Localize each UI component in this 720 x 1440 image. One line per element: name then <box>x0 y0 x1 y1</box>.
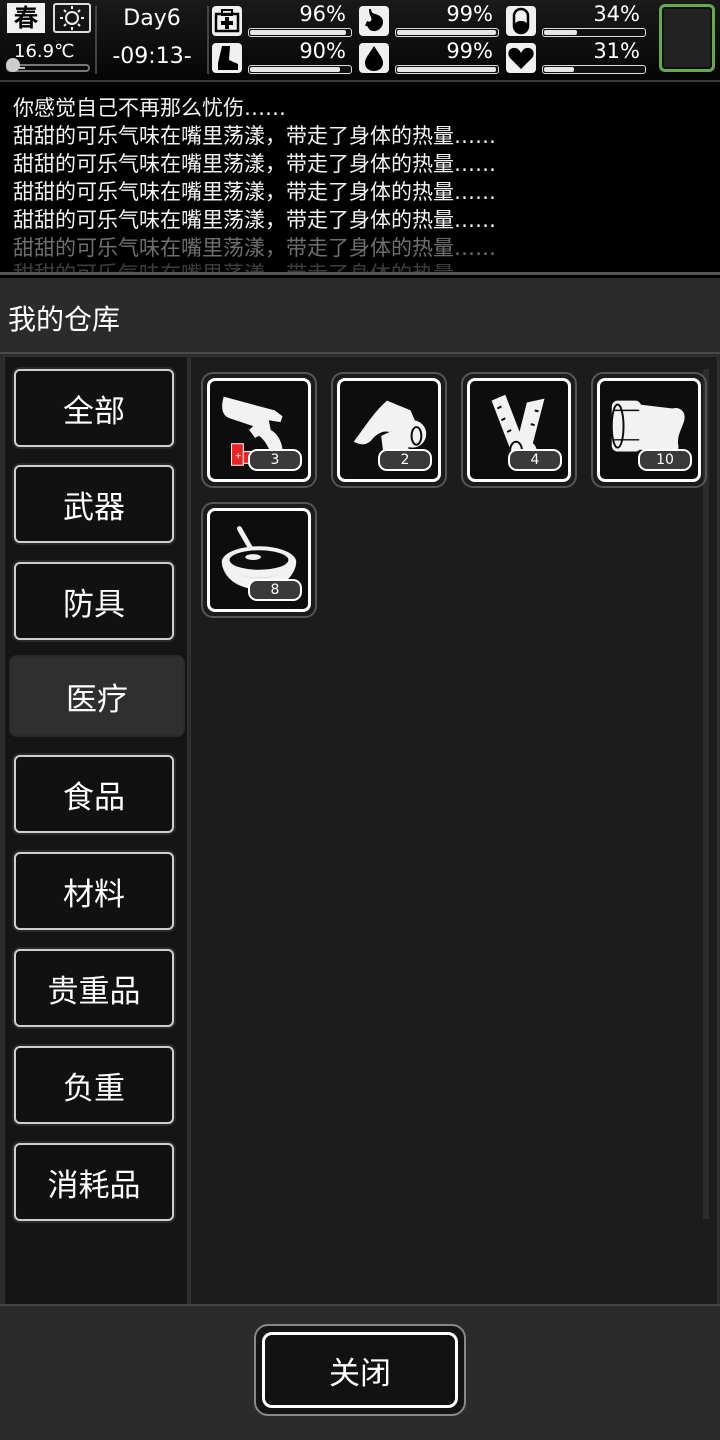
category-sidebar: 全部 武器 防具 医疗 食品 材料 贵重品 负重 消耗品 <box>4 356 188 1306</box>
item-count-badge: 2 <box>378 449 432 471</box>
message-log: 你感觉自己不再那么忧伤…… 甜甜的可乐气味在嘴里荡漾，带走了身体的热量…… 甜甜… <box>0 82 720 275</box>
item-slot[interactable]: + + + 3 <box>201 372 317 488</box>
heart-icon <box>506 43 536 73</box>
boot-icon <box>212 43 242 73</box>
scrollbar[interactable] <box>703 369 709 1219</box>
stat-stomach: 99% <box>359 2 499 38</box>
water-drop-icon <box>359 43 389 73</box>
season-badge: 春 <box>7 3 45 33</box>
divider <box>0 1304 720 1306</box>
stat-water: 99% <box>359 39 499 75</box>
log-line: 甜甜的可乐气味在嘴里荡漾，带走了身体的热量…… <box>13 208 496 232</box>
stat-bar <box>395 28 499 37</box>
stat-bar <box>395 65 499 74</box>
category-medical[interactable]: 医疗 <box>11 657 183 735</box>
temperature-readout: 16.9℃ <box>14 41 75 62</box>
category-consumables[interactable]: 消耗品 <box>14 1143 174 1221</box>
game-clock: -09:13- <box>112 44 192 69</box>
log-line: 甜甜的可乐气味在嘴里荡漾，带走了身体的热量…… <box>13 180 496 204</box>
thermometer-icon <box>6 58 20 72</box>
item-slot[interactable]: 8 <box>201 502 317 618</box>
stat-value: 99% <box>446 2 493 26</box>
stat-value: 96% <box>299 2 346 26</box>
day-counter: Day6 <box>123 6 181 31</box>
stat-bar <box>542 28 646 37</box>
item-slot[interactable]: 10 <box>591 372 707 488</box>
stat-bar <box>248 65 352 74</box>
category-weapons[interactable]: 武器 <box>14 465 174 543</box>
stat-value: 31% <box>593 39 640 63</box>
sun-icon <box>53 3 91 33</box>
storage-panel: 我的仓库 全部 武器 防具 医疗 食品 材料 贵重品 负重 消耗品 + + + … <box>0 278 720 1440</box>
divider <box>207 6 209 74</box>
stat-value: 34% <box>593 2 640 26</box>
close-button[interactable]: 关闭 <box>254 1324 466 1416</box>
item-count-badge: 8 <box>248 579 302 601</box>
log-line: 甜甜的可乐气味在嘴里荡漾，带走了身体的热量…… <box>13 152 496 176</box>
stat-bar <box>248 28 352 37</box>
log-line: 甜甜的可乐气味在嘴里荡漾，带走了身体的热量…… <box>13 124 496 148</box>
quick-slot-button[interactable] <box>659 4 715 72</box>
category-armor[interactable]: 防具 <box>14 562 174 640</box>
svg-text:+: + <box>235 451 242 461</box>
category-all[interactable]: 全部 <box>14 369 174 447</box>
category-load[interactable]: 负重 <box>14 1046 174 1124</box>
item-grid: + + + 3 2 <box>190 356 718 1306</box>
category-materials[interactable]: 材料 <box>14 852 174 930</box>
stat-value: 90% <box>299 39 346 63</box>
divider <box>95 6 97 74</box>
item-slot[interactable]: 2 <box>331 372 447 488</box>
stat-health: 96% <box>212 2 352 38</box>
item-count-badge: 4 <box>508 449 562 471</box>
medkit-icon <box>212 6 242 36</box>
log-line: 你感觉自己不再那么忧伤…… <box>13 96 286 120</box>
stat-mood: 31% <box>506 39 646 75</box>
category-valuables[interactable]: 贵重品 <box>14 949 174 1027</box>
item-count-badge: 3 <box>248 449 302 471</box>
close-button-label: 关闭 <box>262 1332 458 1408</box>
item-slot[interactable]: 4 <box>461 372 577 488</box>
pill-icon <box>506 6 536 36</box>
category-food[interactable]: 食品 <box>14 755 174 833</box>
stat-bar <box>542 65 646 74</box>
status-bar: 春 16.9℃ Day6 -09:13- 96% 99% 34% 90% 99%… <box>0 0 720 82</box>
panel-title: 我的仓库 <box>8 303 121 336</box>
divider <box>0 352 720 354</box>
stat-pill: 34% <box>506 2 646 38</box>
log-line: 甜甜的可乐气味在嘴里荡漾，带走了身体的热量…… <box>13 262 496 275</box>
stat-value: 99% <box>446 39 493 63</box>
stat-stamina: 90% <box>212 39 352 75</box>
item-count-badge: 10 <box>638 449 692 471</box>
stomach-icon <box>359 6 389 36</box>
